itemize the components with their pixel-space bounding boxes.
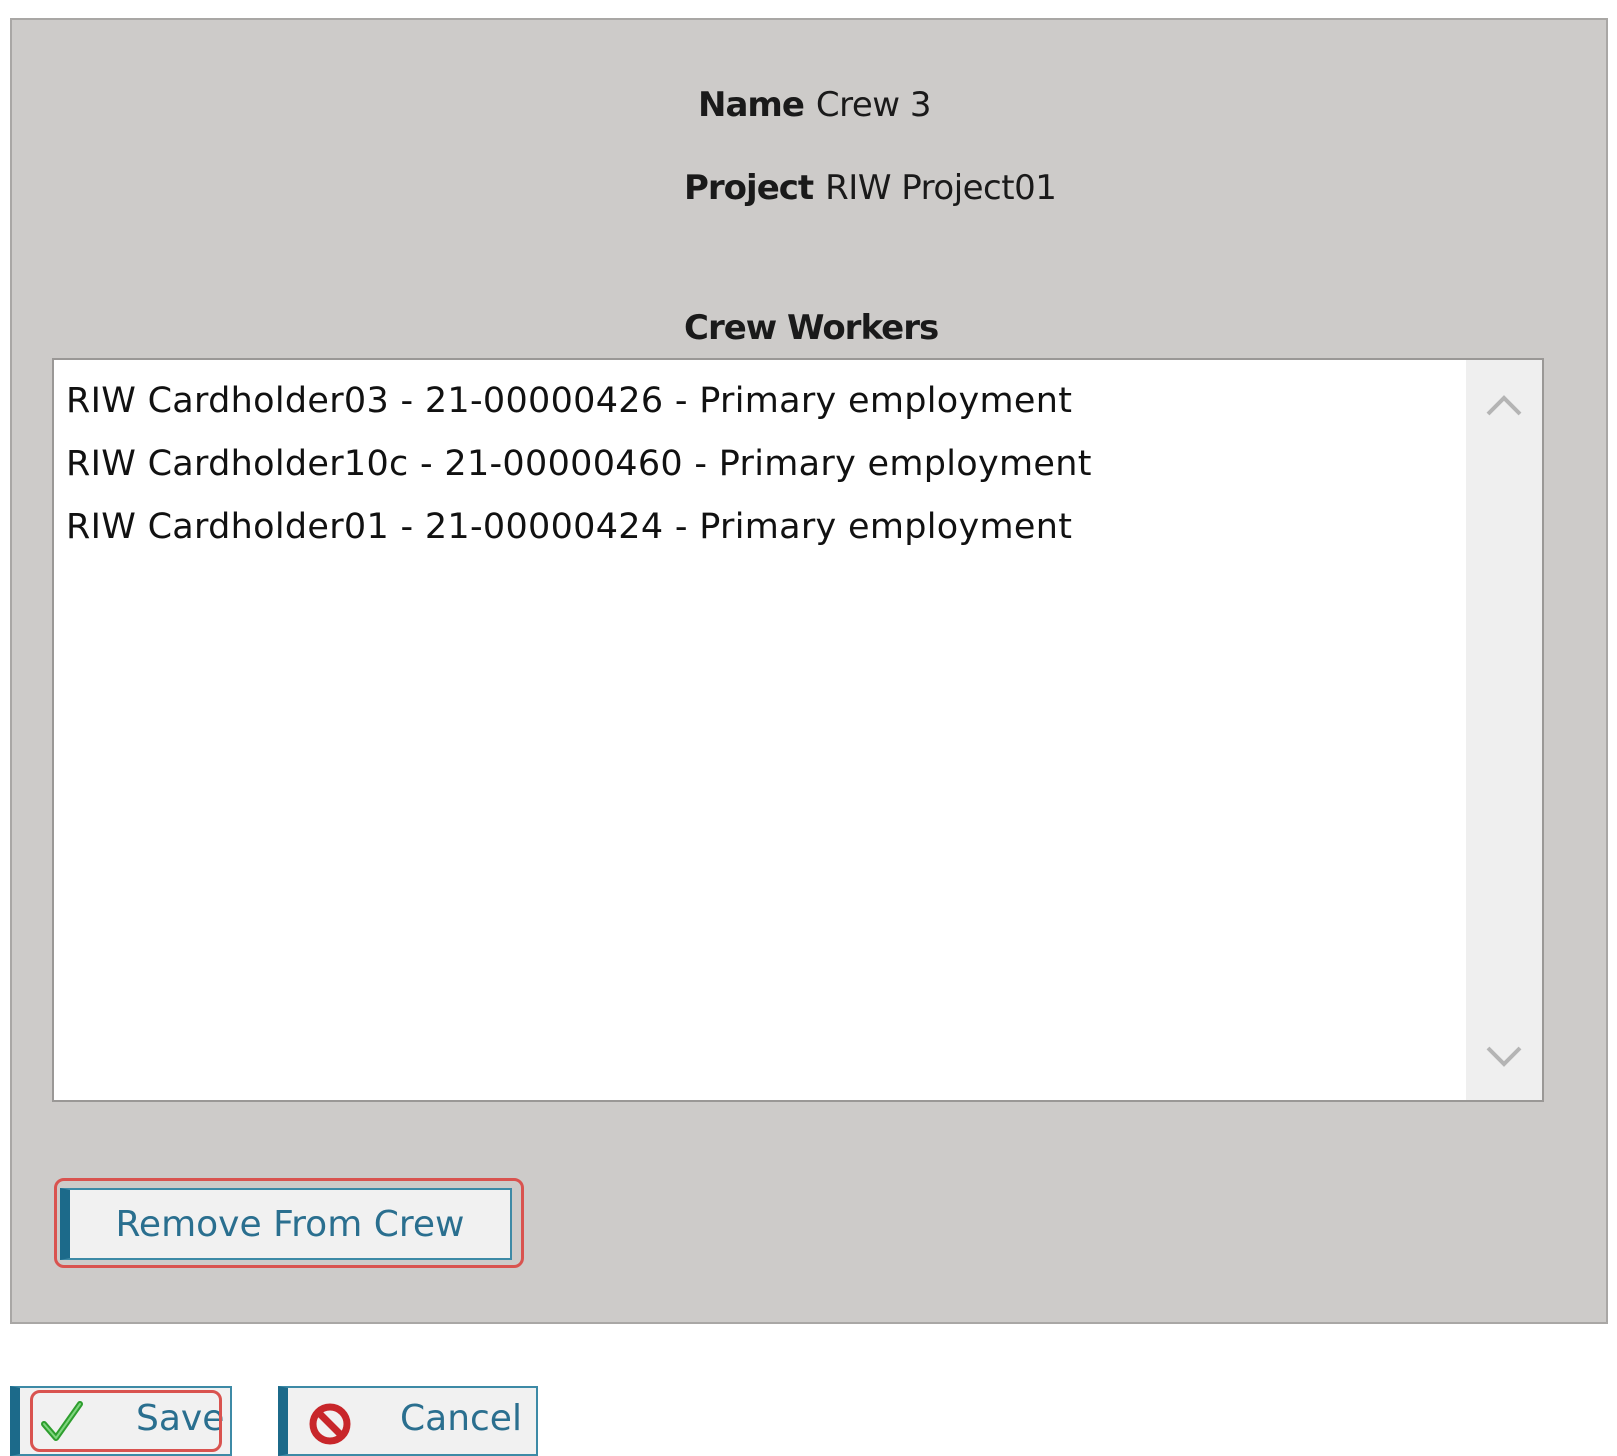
- project-row: Project RIW Project01: [684, 168, 1057, 208]
- remove-from-crew-label: Remove From Crew: [115, 1203, 465, 1245]
- name-label: Name: [698, 85, 805, 125]
- project-label: Project: [684, 168, 814, 208]
- cancel-label: Cancel: [400, 1398, 522, 1439]
- save-label: Save: [136, 1398, 225, 1439]
- save-button[interactable]: Save: [10, 1386, 232, 1456]
- prohibited-icon: [309, 1403, 351, 1445]
- crew-workers-listbox[interactable]: RIW Cardholder03 - 21-00000426 - Primary…: [52, 358, 1544, 1102]
- remove-from-crew-button[interactable]: Remove From Crew: [60, 1188, 512, 1260]
- name-row: Name Crew 3: [698, 85, 932, 125]
- checkmark-icon: [41, 1401, 83, 1441]
- cancel-button[interactable]: Cancel: [278, 1386, 538, 1456]
- vertical-scrollbar[interactable]: [1466, 360, 1542, 1100]
- name-value: Crew 3: [815, 85, 932, 125]
- list-item[interactable]: RIW Cardholder10c - 21-00000460 - Primar…: [54, 435, 1464, 498]
- crew-workers-title: Crew Workers: [684, 308, 939, 348]
- list-item[interactable]: RIW Cardholder03 - 21-00000426 - Primary…: [54, 372, 1464, 435]
- chevron-down-icon[interactable]: [1484, 1042, 1524, 1072]
- crew-workers-list: RIW Cardholder03 - 21-00000426 - Primary…: [54, 372, 1464, 561]
- project-value: RIW Project01: [825, 168, 1057, 208]
- chevron-up-icon[interactable]: [1484, 390, 1524, 420]
- list-item[interactable]: RIW Cardholder01 - 21-00000424 - Primary…: [54, 498, 1464, 561]
